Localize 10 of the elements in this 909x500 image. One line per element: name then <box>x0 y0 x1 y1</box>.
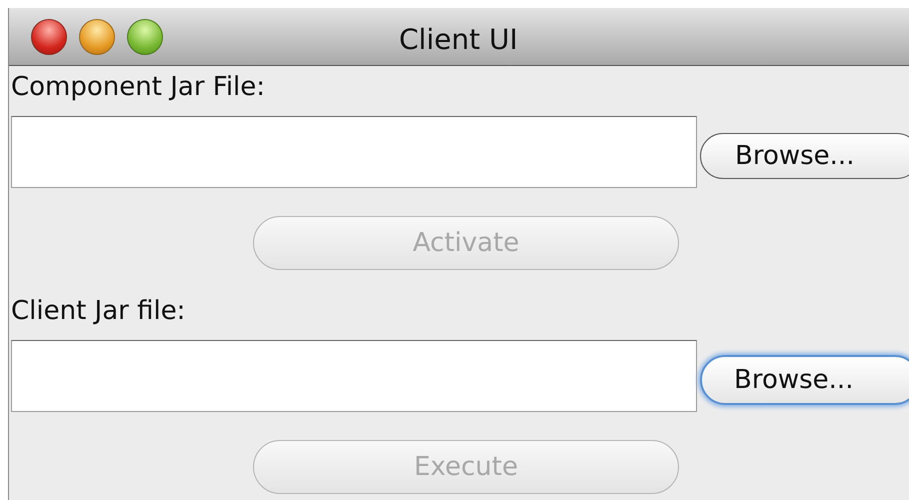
input-field[interactable] <box>11 340 697 412</box>
minimize-button[interactable] <box>79 18 115 54</box>
field-label: Component Jar File: <box>11 71 266 104</box>
window-title: Client UI <box>399 22 518 58</box>
field-label: Client Jar file: <box>11 295 186 328</box>
input-field[interactable] <box>11 116 697 188</box>
browse-button[interactable]: Browse... <box>700 133 909 179</box>
close-button[interactable] <box>31 18 67 54</box>
zoom-button[interactable] <box>127 18 163 54</box>
browse-button[interactable]: Browse... <box>700 355 909 405</box>
